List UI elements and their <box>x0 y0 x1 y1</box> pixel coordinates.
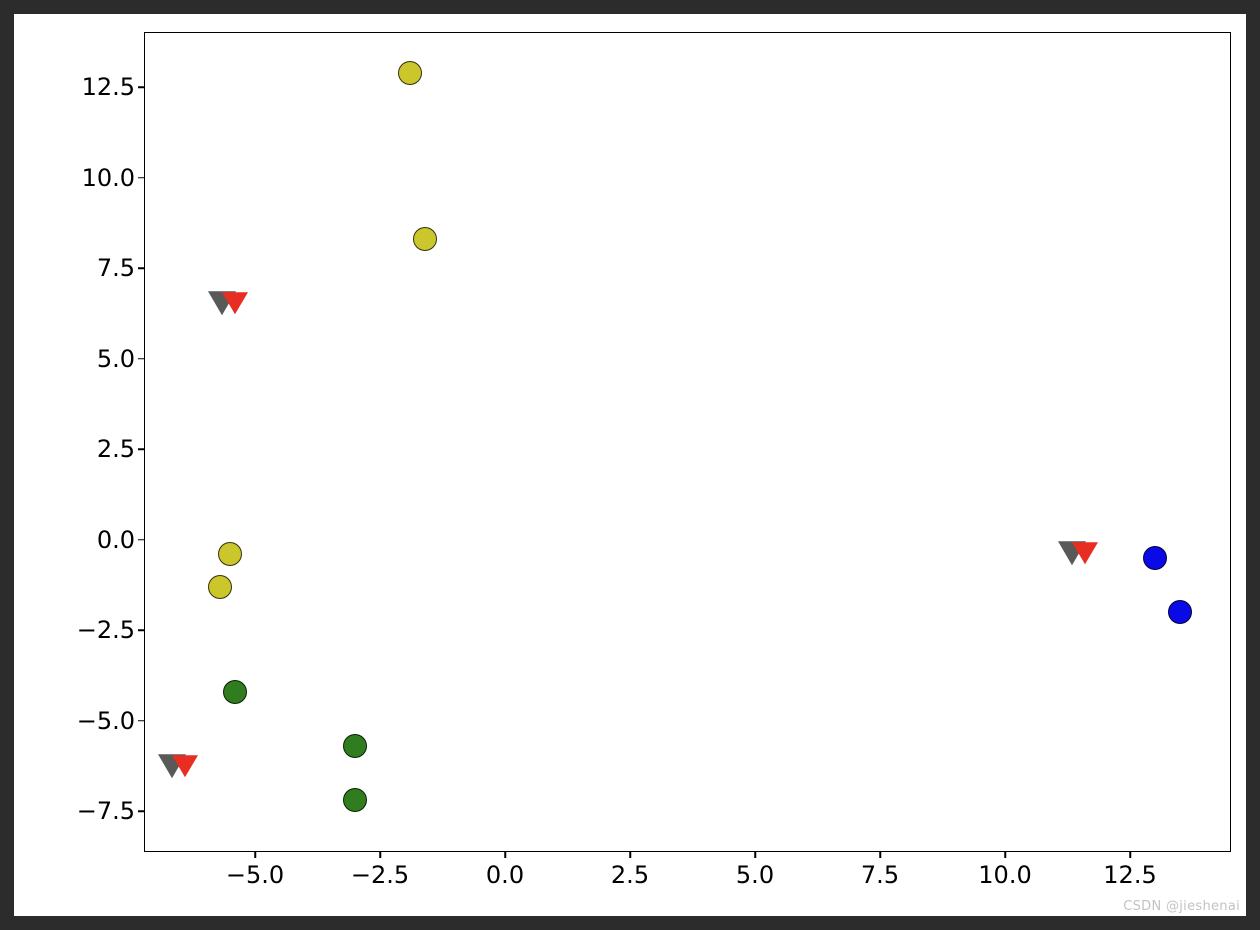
data-point <box>1143 546 1167 570</box>
data-point <box>218 542 242 566</box>
ytick-label: 7.5 <box>97 254 145 282</box>
data-point <box>343 788 367 812</box>
ytick-label: −5.0 <box>77 707 145 735</box>
xtick-label: 2.5 <box>611 851 649 889</box>
data-point <box>1168 600 1192 624</box>
data-point <box>343 734 367 758</box>
watermark-text: CSDN @jieshenai <box>1123 899 1240 914</box>
ytick-label: 0.0 <box>97 526 145 554</box>
ytick-label: 2.5 <box>97 435 145 463</box>
xtick-label: 5.0 <box>736 851 774 889</box>
centroid-marker <box>1072 542 1098 564</box>
ytick-label: −2.5 <box>77 616 145 644</box>
ytick-label: −7.5 <box>77 797 145 825</box>
xtick-label: −2.5 <box>351 851 409 889</box>
data-point <box>223 680 247 704</box>
ytick-label: 5.0 <box>97 345 145 373</box>
ytick-label: 12.5 <box>82 73 145 101</box>
data-point <box>398 61 422 85</box>
ytick-label: 10.0 <box>82 164 145 192</box>
figure-canvas: −7.5 −5.0 −2.5 0.0 2.5 5.0 7.5 10.0 12.5 −5.0 −2.5… <box>14 14 1246 916</box>
xtick-label: −5.0 <box>226 851 284 889</box>
xtick-label: 12.5 <box>1103 851 1156 889</box>
xtick-label: 10.0 <box>978 851 1031 889</box>
centroid-marker <box>172 755 198 777</box>
xtick-label: 0.0 <box>486 851 524 889</box>
xtick-label: 7.5 <box>861 851 899 889</box>
axes: −7.5−5.0−2.50.02.55.07.510.012.5−5.0−2.5… <box>144 32 1231 852</box>
centroid-marker <box>222 292 248 314</box>
data-point <box>208 575 232 599</box>
data-point <box>413 227 437 251</box>
